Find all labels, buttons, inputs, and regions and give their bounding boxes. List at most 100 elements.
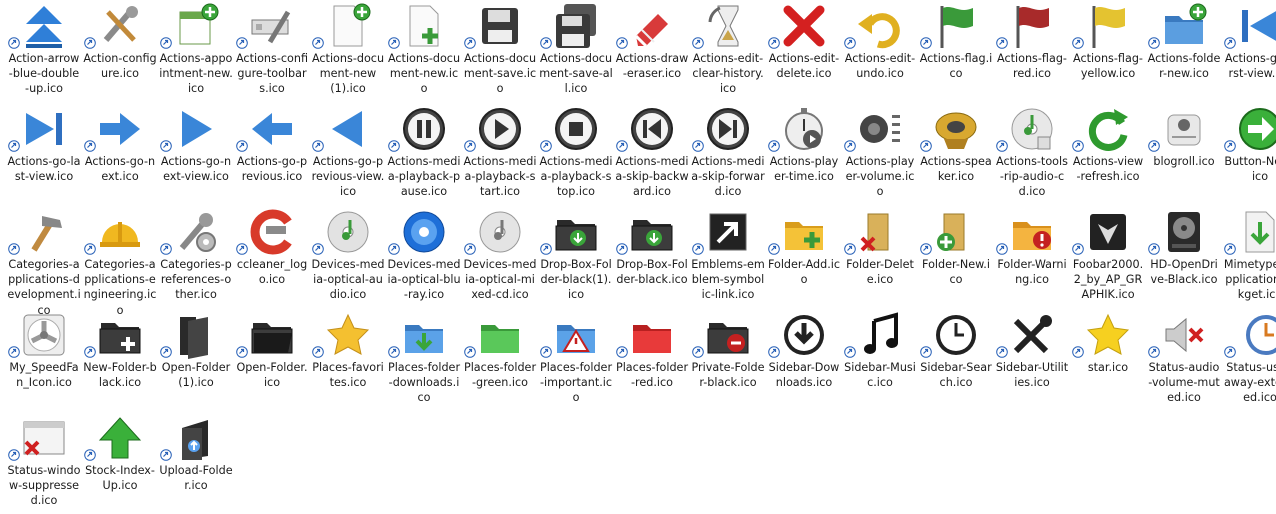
file-item[interactable]: Status-window-suppressed.ico [6, 414, 82, 514]
file-item[interactable]: Open-Folder(1).ico [158, 311, 234, 411]
rip-audio-cd-icon [1008, 105, 1056, 153]
shortcut-arrow-icon [464, 140, 476, 152]
shortcut-arrow-icon [844, 37, 856, 49]
shortcut-arrow-icon [312, 140, 324, 152]
shortcut-arrow-icon [768, 346, 780, 358]
file-item[interactable]: Private-Folder-black.ico [690, 311, 766, 411]
file-item[interactable]: New-Folder-black.ico [82, 311, 158, 411]
file-item[interactable]: Categories-applications-engineering.ico [82, 208, 158, 317]
private-folder-black-icon [704, 311, 752, 359]
file-item[interactable]: Actions-document-new.ico [386, 2, 462, 102]
file-item[interactable]: star.ico [1070, 311, 1146, 411]
file-item[interactable]: Folder-Add.ico [766, 208, 842, 308]
music-note-icon [856, 311, 904, 359]
file-item[interactable]: Places-folder-downloads.ico [386, 311, 462, 411]
file-item[interactable]: Button-Next.ico [1222, 105, 1276, 205]
triangle-previous-blue-icon [324, 105, 372, 153]
window-suppressed-icon [20, 414, 68, 462]
file-item[interactable]: Sidebar-Utilities.ico [994, 311, 1070, 411]
file-item[interactable]: Places-favorites.ico [310, 311, 386, 411]
file-item[interactable]: Actions-flag-red.ico [994, 2, 1070, 102]
file-item[interactable]: Actions-document-save.ico [462, 2, 538, 102]
shortcut-arrow-icon [540, 37, 552, 49]
cd-audio-icon [324, 208, 372, 256]
file-name-label: Drop-Box-Folder-black(1).ico [540, 258, 612, 302]
file-item[interactable]: Devices-media-optical-audio.ico [310, 208, 386, 308]
file-name-label: Actions-view-refresh.ico [1072, 155, 1144, 184]
file-name-label: Private-Folder-black.ico [691, 361, 765, 390]
file-item[interactable]: Actions-edit-clear-history.ico [690, 2, 766, 102]
file-item[interactable]: Actions-flag.ico [918, 2, 994, 102]
file-item[interactable]: Sidebar-Music.ico [842, 311, 918, 411]
file-item[interactable]: Action-arrow-blue-double-up.ico [6, 2, 82, 102]
file-item[interactable]: Emblems-emblem-symbolic-link.ico [690, 208, 766, 308]
file-item[interactable]: Actions-folder-new.ico [1146, 2, 1222, 102]
file-item[interactable]: Actions-flag-yellow.ico [1070, 2, 1146, 102]
file-item[interactable]: Places-folder-green.ico [462, 311, 538, 411]
file-item[interactable]: Actions-tools-rip-audio-cd.ico [994, 105, 1070, 205]
shortcut-arrow-icon [84, 346, 96, 358]
file-item[interactable]: Actions-media-skip-forward.ico [690, 105, 766, 205]
file-item[interactable]: Drop-Box-Folder-black(1).ico [538, 208, 614, 308]
file-item[interactable]: Actions-media-playback-stop.ico [538, 105, 614, 205]
file-item[interactable]: Drop-Box-Folder-black.ico [614, 208, 690, 308]
file-item[interactable]: Actions-player-time.ico [766, 105, 842, 205]
refresh-green-icon [1084, 105, 1132, 153]
file-item[interactable]: Folder-Delete.ico [842, 208, 918, 308]
file-item[interactable]: Status-audio-volume-muted.ico [1146, 311, 1222, 411]
file-item[interactable]: Folder-New.ico [918, 208, 994, 308]
file-name-label: Actions-document-save.ico [463, 52, 537, 96]
file-name-label: Actions-media-playback-start.ico [463, 155, 537, 199]
shortcut-arrow-icon [236, 140, 248, 152]
file-item[interactable]: Actions-go-first-view.ico [1222, 2, 1276, 102]
file-item[interactable]: ccleaner_logo.ico [234, 208, 310, 308]
file-item[interactable]: Mimetypes-application-x-kget.ico [1222, 208, 1276, 308]
file-item[interactable]: Actions-go-previous.ico [234, 105, 310, 205]
dropbox-folder-black-icon [552, 208, 600, 256]
shortcut-arrow-icon [540, 140, 552, 152]
file-item[interactable]: Actions-media-playback-start.ico [462, 105, 538, 205]
file-item[interactable]: Actions-go-next-view.ico [158, 105, 234, 205]
media-skip-forward-icon [704, 105, 752, 153]
file-item[interactable]: Actions-document-new(1).ico [310, 2, 386, 102]
file-item[interactable]: Places-folder-important.ico [538, 311, 614, 411]
file-item[interactable]: Stock-Index-Up.ico [82, 414, 158, 514]
file-name-label: Folder-Add.ico [767, 258, 841, 287]
file-name-label: Actions-media-playback-stop.ico [539, 155, 613, 199]
file-item[interactable]: Places-folder-red.ico [614, 311, 690, 411]
file-item[interactable]: Categories-preferences-other.ico [158, 208, 234, 308]
file-item[interactable]: Actions-document-save-all.ico [538, 2, 614, 102]
file-item[interactable]: Sidebar-Search.ico [918, 311, 994, 411]
file-item[interactable]: Actions-draw-eraser.ico [614, 2, 690, 102]
file-name-label: Actions-go-previous.ico [236, 155, 308, 184]
file-item[interactable]: Actions-edit-undo.ico [842, 2, 918, 102]
file-item[interactable]: Actions-go-previous-view.ico [310, 105, 386, 205]
file-item[interactable]: Actions-configure-toolbars.ico [234, 2, 310, 102]
ccleaner-logo-icon [248, 208, 296, 256]
file-item[interactable]: Actions-media-playback-pause.ico [386, 105, 462, 205]
file-item[interactable]: Folder-Warning.ico [994, 208, 1070, 308]
upload-folder-icon [172, 414, 220, 462]
file-item[interactable]: Status-user-away-extended.ico [1222, 311, 1276, 411]
file-item[interactable]: Actions-appointment-new.ico [158, 2, 234, 102]
file-item[interactable]: Actions-speaker.ico [918, 105, 994, 205]
file-item[interactable]: Actions-go-next.ico [82, 105, 158, 205]
file-item[interactable]: Actions-player-volume.ico [842, 105, 918, 205]
file-item[interactable]: blogroll.ico [1146, 105, 1222, 205]
file-item[interactable]: Sidebar-Downloads.ico [766, 311, 842, 411]
file-item[interactable]: Actions-view-refresh.ico [1070, 105, 1146, 205]
file-item[interactable]: Actions-go-last-view.ico [6, 105, 82, 205]
file-item[interactable]: Categories-applications-development.ico [6, 208, 82, 317]
file-item[interactable]: Devices-media-optical-blu-ray.ico [386, 208, 462, 308]
file-item[interactable]: Upload-Folder.ico [158, 414, 234, 514]
file-item[interactable]: Devices-media-optical-mixed-cd.ico [462, 208, 538, 308]
file-item[interactable]: Action-configure.ico [82, 2, 158, 102]
file-item[interactable]: HD-OpenDrive-Black.ico [1146, 208, 1222, 308]
file-item[interactable]: Open-Folder.ico [234, 311, 310, 411]
file-item[interactable]: My_SpeedFan_Icon.ico [6, 311, 82, 411]
document-new-green-badge-icon [324, 2, 372, 50]
file-item[interactable]: Actions-edit-delete.ico [766, 2, 842, 102]
file-name-label: Actions-tools-rip-audio-cd.ico [996, 155, 1068, 199]
file-item[interactable]: Foobar2000.2_by_AP_GRAPHIK.ico [1070, 208, 1146, 308]
file-item[interactable]: Actions-media-skip-backward.ico [614, 105, 690, 205]
